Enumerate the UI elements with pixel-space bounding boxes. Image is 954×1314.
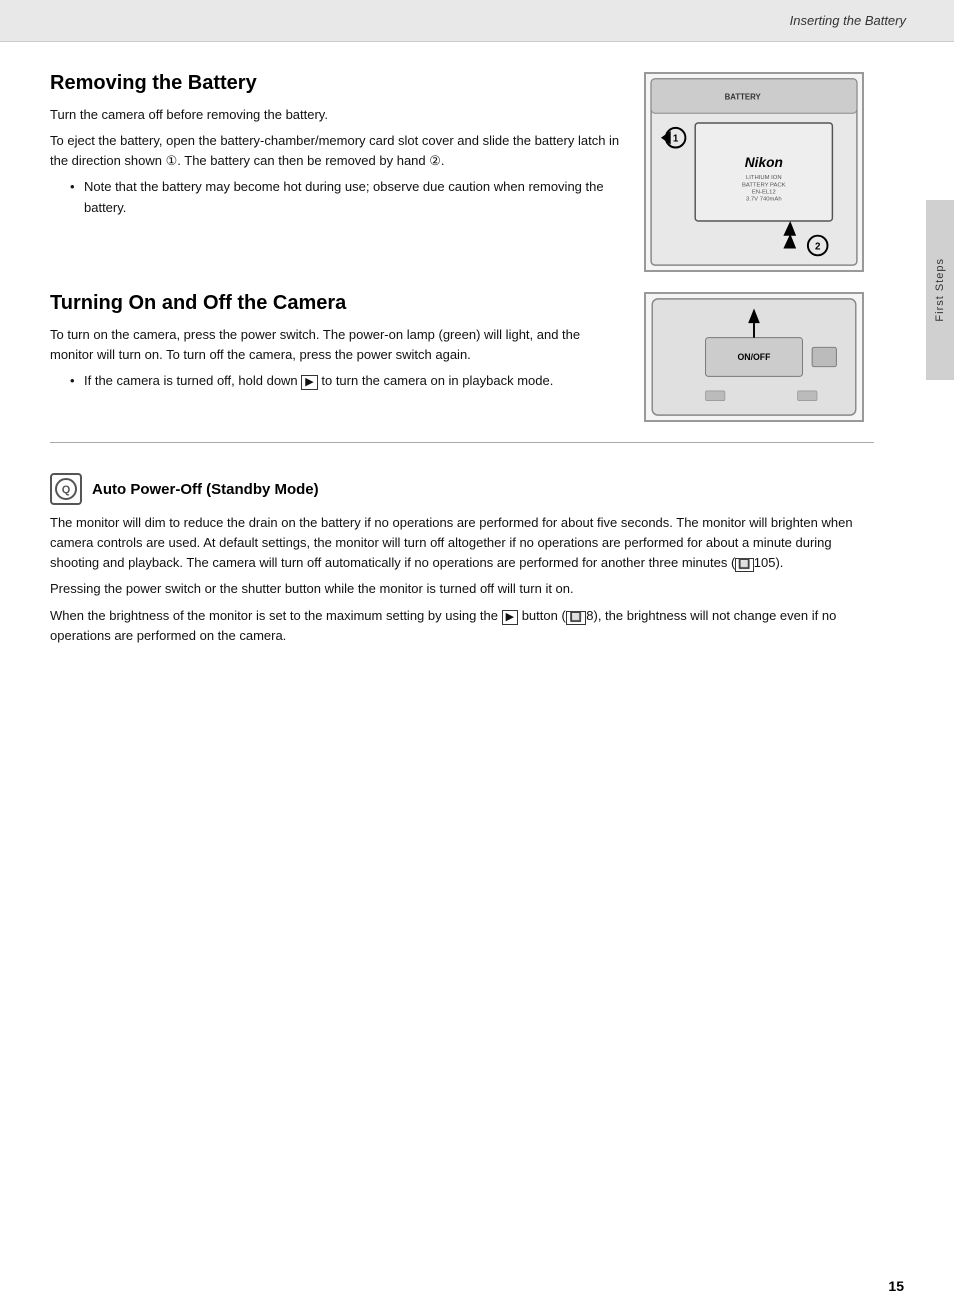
header-title: Inserting the Battery [790,13,906,28]
svg-text:1: 1 [673,134,679,145]
section2-row: Turning On and Off the Camera To turn on… [50,292,874,422]
note-title: Auto Power-Off (Standby Mode) [92,481,319,498]
section1-para2: To eject the battery, open the battery-c… [50,131,624,171]
note-para3: When the brightness of the monitor is se… [50,606,874,646]
section1-para1: Turn the camera off before removing the … [50,105,624,125]
section1-row: Removing the Battery Turn the camera off… [50,72,874,272]
note-para3-prefix: When the brightness of the monitor is se… [50,608,502,623]
note-para1: The monitor will dim to reduce the drain… [50,513,874,573]
section1-bullet1: Note that the battery may become hot dur… [70,177,624,217]
main-content: Removing the Battery Turn the camera off… [0,42,954,1268]
section2-image-col: ON/OFF [644,292,874,422]
camera-svg: ON/OFF [646,294,862,420]
section1-text: Removing the Battery Turn the camera off… [50,72,624,272]
page: Inserting the Battery First Steps Removi… [0,0,954,1314]
svg-text:ON/OFF: ON/OFF [738,352,771,362]
note-icon: Q [50,473,82,505]
section2-playback-icon: ▶ [301,375,317,390]
svg-text:BATTERY PACK: BATTERY PACK [742,183,786,189]
divider [50,442,874,443]
note-para1-end: ). [775,555,783,570]
header-bar: Inserting the Battery [0,0,954,42]
standby-icon-svg: Q [54,477,78,501]
note-para2: Pressing the power switch or the shutter… [50,579,874,599]
battery-svg: BATTERY 1 Nikon LITHIUM ION BATTERY PACK… [646,74,862,270]
battery-diagram: BATTERY 1 Nikon LITHIUM ION BATTERY PACK… [644,72,864,272]
note-para3-box: ▶ [502,610,518,625]
section2-bullet1-prefix: If the camera is turned off, hold down [84,373,301,388]
note-para1-text: The monitor will dim to reduce the drain… [50,515,853,570]
svg-text:BATTERY: BATTERY [725,92,762,101]
note-para3-suffix-prefix: button ( [518,608,566,623]
section2-bullet1-suffix: to turn the camera on in playback mode. [318,373,554,388]
section2-title: Turning On and Off the Camera [50,292,624,315]
svg-text:EN-EL12: EN-EL12 [752,190,776,196]
camera-diagram: ON/OFF [644,292,864,422]
section2-text: Turning On and Off the Camera To turn on… [50,292,624,422]
note-ref1: 🔲 [735,558,753,572]
svg-text:3.7V 740mAh: 3.7V 740mAh [746,196,782,202]
page-number: 15 [0,1268,954,1314]
section2-bullet1: If the camera is turned off, hold down ▶… [70,371,624,391]
svg-text:2: 2 [815,241,821,252]
svg-text:LITHIUM ION: LITHIUM ION [746,175,782,181]
note-header: Q Auto Power-Off (Standby Mode) [50,473,874,505]
section2-para1: To turn on the camera, press the power s… [50,325,624,365]
note-section: Q Auto Power-Off (Standby Mode) The moni… [50,473,874,646]
svg-text:Q: Q [62,484,71,496]
section1-image-col: BATTERY 1 Nikon LITHIUM ION BATTERY PACK… [644,72,874,272]
section1-title: Removing the Battery [50,72,624,95]
note-ref1-num: 105 [754,555,776,570]
svg-text:Nikon: Nikon [745,155,783,170]
note-para3-ref: 🔲 [566,611,586,625]
